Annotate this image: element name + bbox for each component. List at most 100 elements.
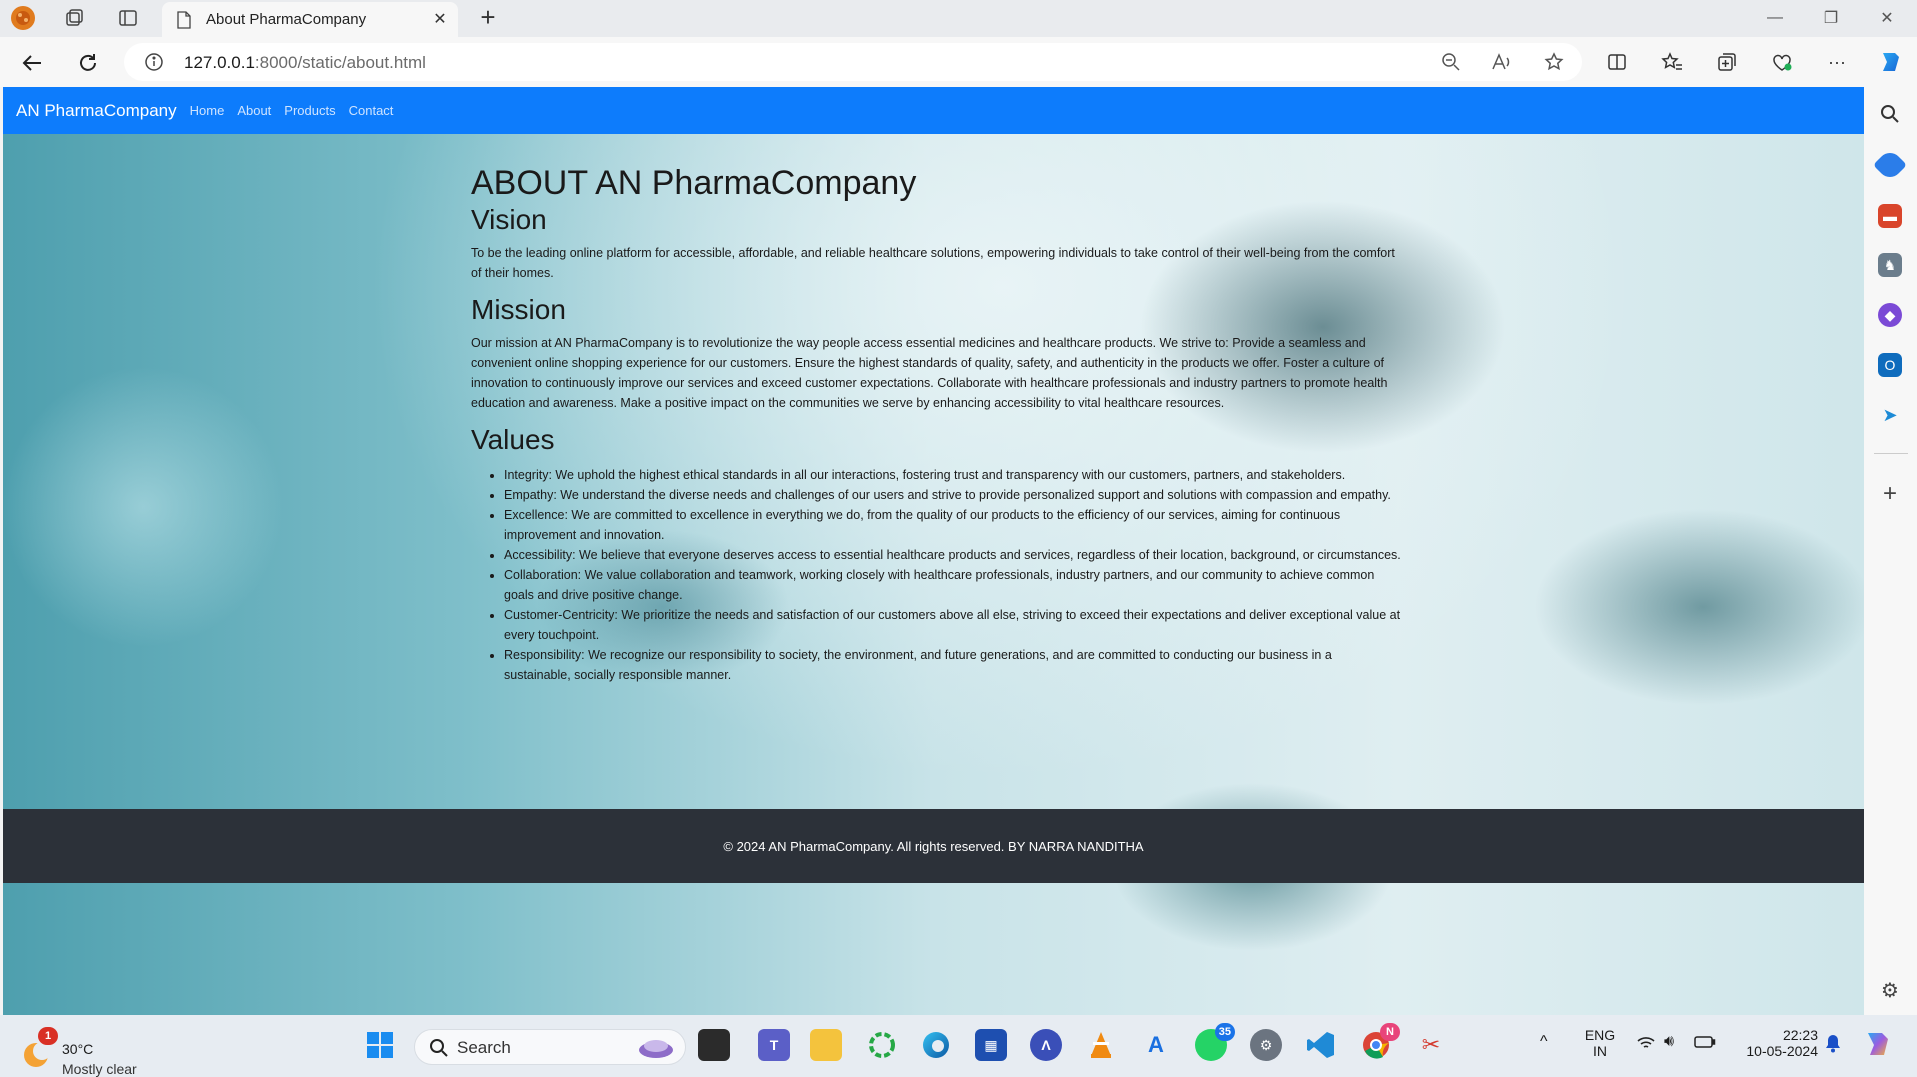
browser-toolbar: 127.0.0.1:8000/static/about.html ···: [0, 37, 1917, 87]
favorite-star-icon[interactable]: [1543, 51, 1565, 73]
refresh-icon: [80, 54, 96, 71]
url-text[interactable]: 127.0.0.1:8000/static/about.html: [184, 53, 426, 73]
mission-text: Our mission at AN PharmaCompany is to re…: [471, 336, 1388, 410]
file-explorer-icon[interactable]: [810, 1029, 842, 1061]
workspaces-icon[interactable]: [62, 5, 88, 31]
taskbar-search[interactable]: Search: [414, 1029, 686, 1065]
clock-time: 22:23: [1782, 1027, 1818, 1043]
chrome-icon[interactable]: N: [1360, 1023, 1400, 1061]
copilot-taskbar-icon[interactable]: [1862, 1029, 1894, 1062]
value-item: Excellence: We are committed to excellen…: [504, 505, 1401, 545]
close-window-button[interactable]: ✕: [1864, 4, 1910, 32]
microsoft-store-icon[interactable]: ▦: [975, 1029, 1007, 1061]
weather-condition: Mostly clear: [62, 1061, 137, 1077]
url-host: 127.0.0.1: [184, 53, 255, 72]
lang-bottom: IN: [1593, 1043, 1607, 1059]
page-title: ABOUT AN PharmaCompany: [471, 164, 917, 202]
sidebar-shopping-tag-icon[interactable]: [1873, 148, 1907, 182]
page-icon: [177, 10, 191, 29]
vision-heading: Vision: [471, 204, 547, 235]
notifications-bell-icon[interactable]: [1824, 1033, 1842, 1056]
tab-about-pharmacompany[interactable]: About PharmaCompany ✕: [162, 2, 458, 37]
value-item: Responsibility: We recognize our respons…: [504, 645, 1401, 685]
values-list: Integrity: We uphold the highest ethical…: [504, 465, 1401, 685]
sidebar-m365-icon[interactable]: ◆: [1878, 303, 1902, 327]
values-heading: Values: [471, 424, 555, 455]
collections-icon[interactable]: [1711, 46, 1743, 78]
vertical-tabs-icon[interactable]: [115, 5, 141, 31]
url-path: :8000/static/about.html: [254, 53, 426, 72]
site-info-icon[interactable]: [144, 52, 164, 77]
lang-top: ENG: [1584, 1027, 1616, 1043]
chrome-profile-badge: N: [1380, 1023, 1400, 1041]
volume-icon[interactable]: 🔊︎: [1664, 1033, 1674, 1051]
restore-button[interactable]: ❐: [1808, 4, 1854, 32]
value-item: Integrity: We uphold the highest ethical…: [504, 465, 1401, 485]
about-content: ABOUT AN PharmaCompany Vision To be the …: [471, 143, 1401, 685]
browser-tab-strip: About PharmaCompany ✕ + — ❐ ✕: [0, 0, 1917, 37]
nav-link-contact[interactable]: Contact: [349, 103, 394, 118]
page-viewport: AN PharmaCompany Home About Products Con…: [3, 87, 1864, 1015]
close-tab-icon[interactable]: ✕: [430, 9, 450, 29]
sidebar-tools-icon[interactable]: ▬: [1878, 204, 1902, 228]
settings-gear-icon[interactable]: ⚙: [1250, 1029, 1282, 1061]
nav-link-home[interactable]: Home: [190, 103, 225, 118]
teams-icon[interactable]: T: [758, 1029, 790, 1061]
back-button[interactable]: [16, 47, 48, 79]
cortana-ring-icon[interactable]: [866, 1029, 898, 1061]
task-view-icon[interactable]: [698, 1029, 730, 1061]
sidebar-outlook-icon[interactable]: O: [1878, 353, 1902, 377]
snipping-tool-icon[interactable]: ✂: [1415, 1029, 1447, 1061]
copilot-icon[interactable]: [1875, 46, 1907, 78]
nav-link-products[interactable]: Products: [284, 103, 335, 118]
search-icon: [430, 1039, 448, 1057]
minimize-button[interactable]: —: [1752, 4, 1798, 32]
sidebar-send-icon[interactable]: ➤: [1878, 403, 1902, 427]
new-tab-button[interactable]: +: [474, 4, 502, 32]
site-brand[interactable]: AN PharmaCompany: [16, 101, 177, 121]
footer-text: © 2024 AN PharmaCompany. All rights rese…: [723, 838, 1144, 854]
refresh-button[interactable]: [72, 47, 104, 79]
read-aloud-icon[interactable]: [1491, 51, 1513, 73]
weather-badge: 1: [38, 1027, 58, 1045]
search-highlight-icon: [639, 1040, 673, 1058]
more-options-icon[interactable]: ···: [1821, 46, 1853, 78]
app-icon-a[interactable]: Λ: [1030, 1029, 1062, 1061]
vlc-icon[interactable]: [1085, 1029, 1117, 1061]
browser-essentials-icon[interactable]: [1766, 46, 1798, 78]
sidebar-search-icon[interactable]: [1878, 102, 1902, 126]
app-icon-font[interactable]: A: [1140, 1029, 1172, 1061]
windows-taskbar: 1 30°C Mostly clear Search T ▦ Λ A 35 ⚙ …: [0, 1015, 1917, 1077]
value-item: Customer-Centricity: We prioritize the n…: [504, 605, 1401, 645]
edge-sidebar: ▬ ♞ ◆ O ➤ + ⚙: [1864, 87, 1917, 1015]
zoom-out-icon[interactable]: [1440, 51, 1462, 73]
tab-title: About PharmaCompany: [206, 11, 367, 28]
weather-temp: 30°C: [62, 1041, 94, 1057]
clock-date: 10-05-2024: [1746, 1043, 1818, 1059]
windows-start-icon[interactable]: [364, 1029, 396, 1061]
edge-browser-icon[interactable]: [920, 1029, 952, 1061]
site-navbar: AN PharmaCompany Home About Products Con…: [3, 87, 1864, 134]
sidebar-games-icon[interactable]: ♞: [1878, 253, 1902, 277]
nav-link-about[interactable]: About: [237, 103, 271, 118]
value-item: Accessibility: We believe that everyone …: [504, 545, 1401, 565]
favorites-icon[interactable]: [1656, 46, 1688, 78]
profile-avatar-icon[interactable]: [10, 5, 36, 31]
search-label: Search: [457, 1038, 511, 1057]
show-hidden-icons[interactable]: ^: [1540, 1033, 1548, 1051]
sidebar-settings-icon[interactable]: ⚙: [1878, 978, 1902, 1002]
whatsapp-icon[interactable]: 35: [1195, 1023, 1235, 1061]
arrow-left-icon: [22, 55, 41, 71]
sidebar-add-icon[interactable]: +: [1878, 480, 1902, 507]
vision-text: To be the leading online platform for ac…: [471, 246, 1395, 280]
language-indicator[interactable]: ENG IN: [1582, 1027, 1618, 1059]
split-screen-icon[interactable]: [1601, 46, 1633, 78]
clock[interactable]: 22:23 10-05-2024: [1738, 1027, 1818, 1059]
address-bar[interactable]: 127.0.0.1:8000/static/about.html: [124, 43, 1582, 81]
whatsapp-badge: 35: [1214, 1023, 1235, 1041]
mission-heading: Mission: [471, 294, 566, 325]
battery-icon[interactable]: [1694, 1035, 1716, 1052]
sidebar-divider: [1874, 453, 1908, 454]
wifi-icon[interactable]: [1636, 1035, 1656, 1054]
vscode-icon[interactable]: [1305, 1029, 1337, 1061]
